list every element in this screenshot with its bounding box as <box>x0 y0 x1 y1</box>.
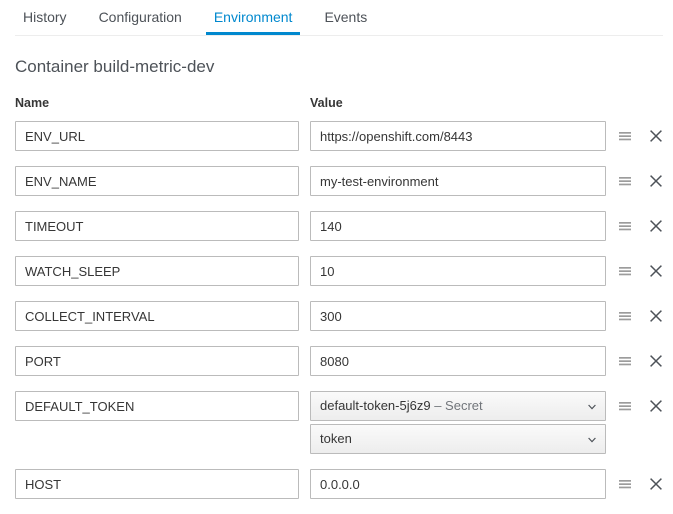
secret-resource-select[interactable]: default-token-5j6z9 – Secret <box>310 391 606 421</box>
env-var-name-input[interactable] <box>15 121 299 151</box>
row-actions <box>618 166 663 196</box>
remove-row-close-icon[interactable] <box>649 309 663 323</box>
drag-handle-icon[interactable] <box>618 477 632 491</box>
row-actions <box>618 469 663 499</box>
env-var-value-input[interactable] <box>310 211 606 241</box>
row-actions <box>618 256 663 286</box>
drag-handle-icon[interactable] <box>618 129 632 143</box>
env-var-row <box>0 301 673 346</box>
chevron-down-icon <box>588 403 596 411</box>
env-var-value-input[interactable] <box>310 346 606 376</box>
env-var-value-input[interactable] <box>310 256 606 286</box>
drag-handle-icon[interactable] <box>618 309 632 323</box>
remove-row-close-icon[interactable] <box>649 399 663 413</box>
drag-handle-icon[interactable] <box>618 174 632 188</box>
env-var-name-input[interactable] <box>15 346 299 376</box>
env-var-row <box>0 469 673 514</box>
chevron-down-icon <box>588 436 596 444</box>
env-var-name-input[interactable] <box>15 256 299 286</box>
env-var-value-input[interactable] <box>310 469 606 499</box>
env-var-name-input[interactable] <box>15 301 299 331</box>
row-actions <box>618 391 663 421</box>
env-var-value-input[interactable] <box>310 301 606 331</box>
env-var-row <box>0 166 673 211</box>
env-var-name-input[interactable] <box>15 166 299 196</box>
env-var-name-input[interactable] <box>15 469 299 499</box>
row-actions <box>618 121 663 151</box>
remove-row-close-icon[interactable] <box>649 129 663 143</box>
env-var-row <box>0 211 673 256</box>
column-header-name: Name <box>15 95 49 111</box>
env-var-row <box>0 256 673 301</box>
secret-resource-kind: – Secret <box>434 398 482 413</box>
env-var-name-input[interactable] <box>15 211 299 241</box>
remove-row-close-icon[interactable] <box>649 174 663 188</box>
env-var-row <box>0 346 673 391</box>
env-var-row: default-token-5j6z9 – Secret token <box>0 391 673 469</box>
env-var-value-input[interactable] <box>310 121 606 151</box>
tab-history[interactable]: History <box>7 0 83 35</box>
remove-row-close-icon[interactable] <box>649 219 663 233</box>
tab-environment[interactable]: Environment <box>198 0 309 35</box>
drag-handle-icon[interactable] <box>618 219 632 233</box>
column-header-value: Value <box>310 95 343 111</box>
drag-handle-icon[interactable] <box>618 264 632 278</box>
env-var-name-input[interactable] <box>15 391 299 421</box>
row-actions <box>618 211 663 241</box>
drag-handle-icon[interactable] <box>618 399 632 413</box>
remove-row-close-icon[interactable] <box>649 354 663 368</box>
secret-key-select[interactable]: token <box>310 424 606 454</box>
page-title: Container build-metric-dev <box>15 56 673 78</box>
env-var-value-input[interactable] <box>310 166 606 196</box>
environment-variable-list: default-token-5j6z9 – Secret token <box>0 121 673 514</box>
row-actions <box>618 301 663 331</box>
secret-key-value: token <box>320 431 352 446</box>
column-headers: Name Value <box>0 95 673 113</box>
remove-row-close-icon[interactable] <box>649 264 663 278</box>
secret-resource-name: default-token-5j6z9 <box>320 398 431 413</box>
env-var-row <box>0 121 673 166</box>
tab-events[interactable]: Events <box>308 0 383 35</box>
tab-bar: HistoryConfigurationEnvironmentEvents <box>0 0 673 36</box>
row-actions <box>618 346 663 376</box>
remove-row-close-icon[interactable] <box>649 477 663 491</box>
drag-handle-icon[interactable] <box>618 354 632 368</box>
tab-configuration[interactable]: Configuration <box>83 0 198 35</box>
